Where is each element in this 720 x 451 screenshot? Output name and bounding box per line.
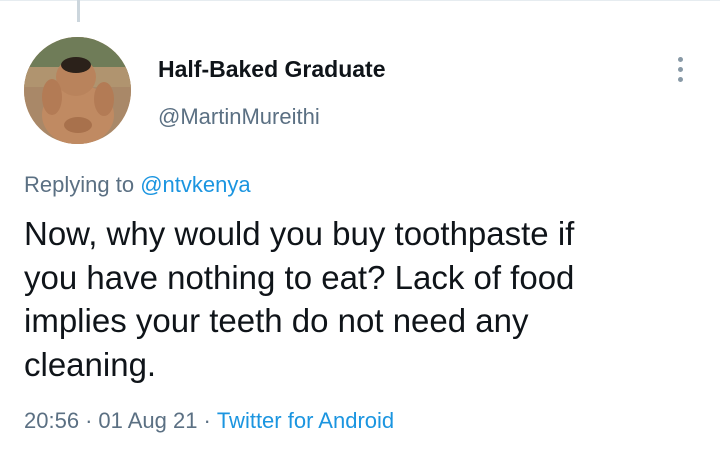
avatar[interactable] [24, 37, 131, 144]
avatar-image [24, 37, 131, 144]
tweet-time[interactable]: 20:56 [24, 408, 79, 433]
tweet-date[interactable]: 01 Aug 21 [98, 408, 197, 433]
replying-to-line: Replying to @ntvkenya [24, 172, 251, 198]
tweet-metadata: 20:56 · 01 Aug 21 · Twitter for Android [24, 408, 394, 434]
author-handle[interactable]: @MartinMureithi [158, 104, 320, 130]
top-divider [0, 0, 720, 1]
more-options-button[interactable] [668, 52, 692, 86]
meta-separator: · [203, 408, 211, 433]
meta-separator: · [85, 408, 93, 433]
more-vertical-icon-dot [677, 66, 683, 72]
replying-to-mention[interactable]: @ntvkenya [140, 172, 250, 197]
more-vertical-icon [677, 56, 683, 62]
tweet-source-link[interactable]: Twitter for Android [217, 408, 394, 433]
tweet-text: Now, why would you buy toothpaste if you… [24, 215, 575, 383]
replying-to-label: Replying to [24, 172, 141, 197]
thread-connector-line [77, 0, 80, 22]
author-display-name[interactable]: Half-Baked Graduate [158, 56, 386, 83]
more-vertical-icon-dot [677, 76, 683, 82]
